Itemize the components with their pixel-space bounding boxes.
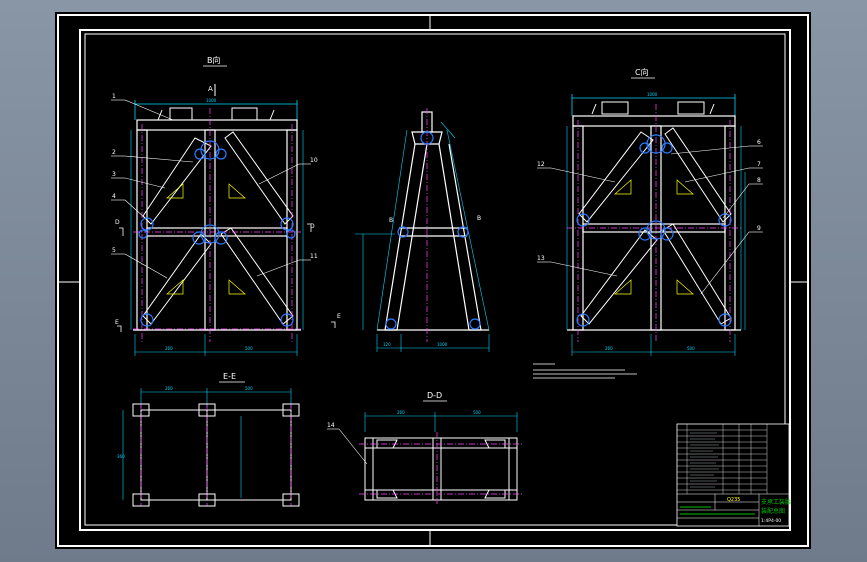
- c-lifting-lugs: [591, 101, 715, 115]
- c-braces: [578, 127, 732, 325]
- b-view: B向 A 1000 260 500 1 2 3 4 5 10 11 D D E …: [111, 55, 341, 356]
- b-lifting-lugs: [157, 107, 275, 121]
- side-bottom-dim-b: 1000: [437, 342, 448, 347]
- dd-dim-top-a: 260: [397, 410, 405, 415]
- b-bottom-dim-b: 500: [245, 346, 253, 351]
- b-view-label: B向: [207, 55, 221, 65]
- side-view: B B 120 1000: [355, 108, 490, 352]
- c-view-label: C向: [635, 67, 649, 77]
- ee-dim-top: 260: [165, 386, 173, 391]
- c-callout-13: 13: [537, 255, 545, 262]
- ee-bolt-pads: [132, 403, 300, 507]
- c-callout-6: 6: [757, 139, 761, 146]
- section-mark-e-right: E: [337, 313, 341, 320]
- c-frame-members: [567, 115, 741, 331]
- dd-callout-14: 14: [327, 422, 335, 429]
- c-bottom-dim-a: 260: [605, 346, 613, 351]
- section-mark-d-left: D: [115, 219, 120, 226]
- c-centerlines: [567, 104, 741, 342]
- side-section-mark-right: B: [477, 215, 481, 222]
- b-joint-nodes: [138, 140, 296, 327]
- side-frame: [377, 111, 489, 331]
- dd-dimensions: [364, 412, 518, 432]
- b-bottom-dim-a: 260: [165, 346, 173, 351]
- title-block: Q235 支承工装胎 装配总图 1:4P4-00: [676, 423, 791, 527]
- c-callout-8: 8: [757, 177, 761, 184]
- side-joint-nodes: [385, 131, 481, 330]
- section-mark-e-left: E: [115, 319, 119, 326]
- b-callout-2: 2: [112, 149, 116, 156]
- b-callout-10: 10: [310, 157, 318, 164]
- dd-section: D-D 260 500 14: [327, 391, 523, 506]
- c-top-dim-text: 1000: [647, 92, 658, 97]
- b-callout-4: 4: [112, 193, 116, 200]
- title-line-2: 装配总图: [761, 507, 785, 515]
- b-callout-1: 1: [112, 93, 116, 100]
- c-leaders: [537, 145, 763, 295]
- ee-dim-right: 500: [245, 386, 253, 391]
- title-material: Q235: [727, 497, 740, 503]
- ee-members: [140, 409, 292, 501]
- side-section-mark-left: B: [389, 217, 393, 224]
- technical-notes: [533, 363, 637, 379]
- drawing-sheet: B向 A 1000 260 500 1 2 3 4 5 10 11 D D E …: [55, 12, 811, 549]
- b-leaders: [111, 99, 311, 279]
- c-joint-nodes: [576, 134, 732, 327]
- c-callout-9: 9: [757, 225, 761, 232]
- cad-drawing: B向 A 1000 260 500 1 2 3 4 5 10 11 D D E …: [57, 14, 809, 547]
- dd-view-label: D-D: [427, 391, 442, 400]
- b-view-arrow-mark: A: [208, 85, 213, 93]
- dd-dim-top-b: 500: [473, 410, 481, 415]
- c-bottom-dim-b: 500: [687, 346, 695, 351]
- dd-leader: [327, 428, 368, 465]
- dd-members: [364, 437, 518, 501]
- b-top-dim-text: 1000: [206, 98, 217, 103]
- b-callout-5: 5: [112, 247, 116, 254]
- c-callout-12: 12: [537, 161, 545, 168]
- side-dimension-lines: [355, 121, 490, 352]
- b-callout-11: 11: [310, 253, 318, 260]
- c-callout-7: 7: [757, 161, 761, 168]
- ee-section: E-E 260 500 360: [117, 372, 300, 507]
- ee-dim-side: 360: [117, 454, 125, 459]
- c-view: C向 1000 260 500 12 13 6 7 8 9: [537, 67, 763, 356]
- title-drawing-no: 1:4P4-00: [761, 518, 781, 524]
- b-callout-3: 3: [112, 171, 116, 178]
- title-line-1: 支承工装胎: [761, 498, 791, 506]
- ee-view-label: E-E: [223, 372, 236, 381]
- ee-centerlines: [140, 404, 292, 506]
- side-bottom-dim-a: 120: [383, 342, 391, 347]
- b-centerlines: [133, 108, 301, 342]
